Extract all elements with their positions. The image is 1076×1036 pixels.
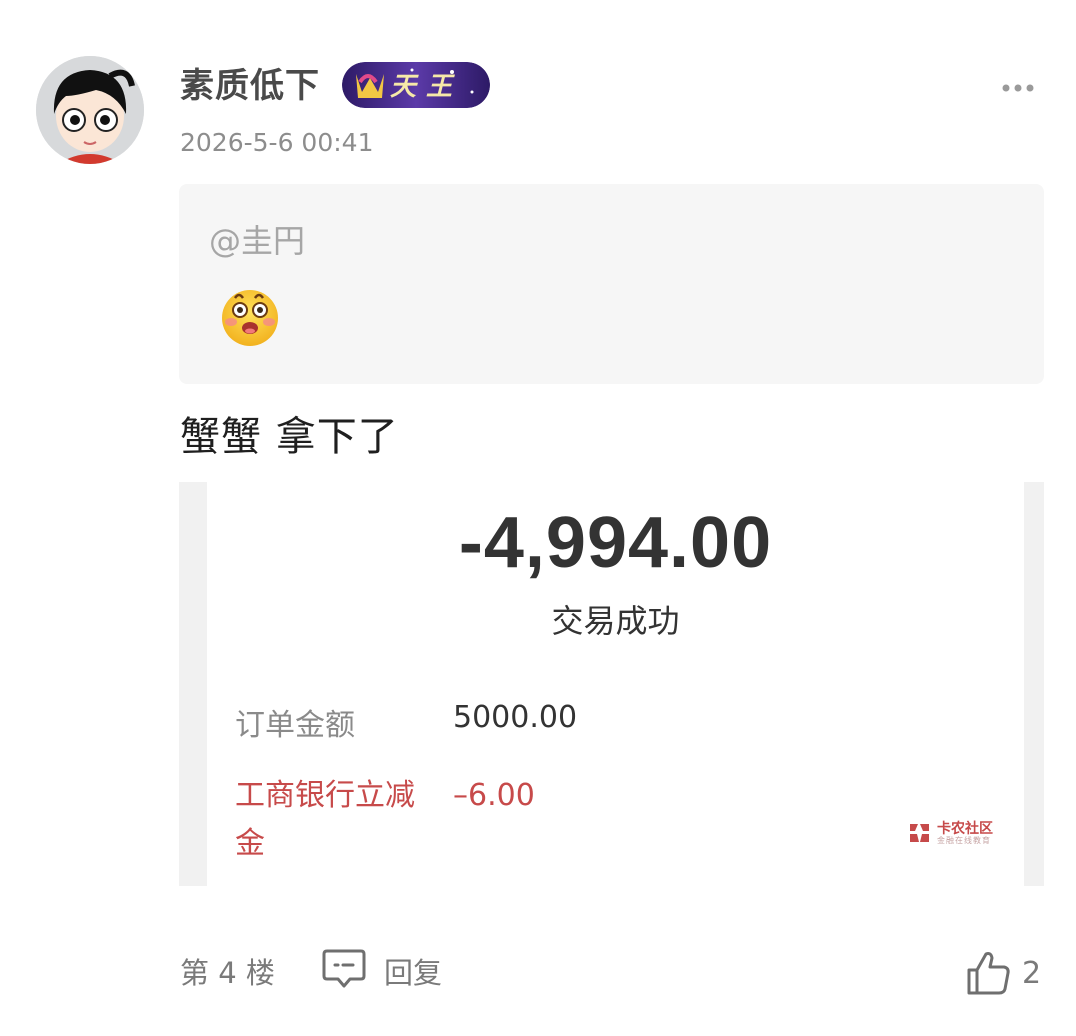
transaction-status: 交易成功	[551, 602, 680, 640]
flushed-face-icon	[219, 286, 281, 348]
transaction-amount: -4,994.00	[458, 503, 773, 583]
avatar-illustration	[36, 56, 144, 164]
discount-label: 工商银行立减金	[235, 778, 415, 861]
like-icon[interactable]	[964, 948, 1014, 998]
discount-value: –6.00	[453, 778, 535, 813]
order-amount-label: 订单金额	[235, 708, 355, 743]
username[interactable]: 素质低下	[180, 58, 320, 107]
watermark: 卡农社区 金融在线教育	[907, 818, 999, 848]
watermark-subtitle: 金融在线教育	[937, 836, 991, 845]
rank-badge: 天王	[342, 62, 490, 108]
receipt-card: -4,994.00 交易成功 订单金额 5000.00 工商银行立减金 –6.0…	[207, 482, 1024, 886]
reply-button[interactable]: 回复	[384, 950, 442, 992]
attached-image[interactable]: -4,994.00 交易成功 订单金额 5000.00 工商银行立减金 –6.0…	[179, 482, 1044, 886]
watermark-logo-icon	[910, 824, 929, 842]
floor-number: 第 4 楼	[180, 956, 275, 990]
badge-label: 天王	[390, 72, 463, 102]
more-icon[interactable]	[1000, 80, 1036, 94]
post-timestamp: 2026-5-6 00:41	[180, 128, 374, 157]
reply-icon[interactable]	[320, 948, 368, 990]
quote-mention[interactable]: @圭円	[209, 216, 305, 262]
order-amount-value: 5000.00	[453, 700, 578, 735]
like-count: 2	[1022, 956, 1042, 991]
avatar[interactable]	[36, 56, 144, 164]
post-text: 蟹蟹 拿下了	[180, 414, 399, 460]
quoted-reply[interactable]: @圭円	[179, 184, 1044, 384]
